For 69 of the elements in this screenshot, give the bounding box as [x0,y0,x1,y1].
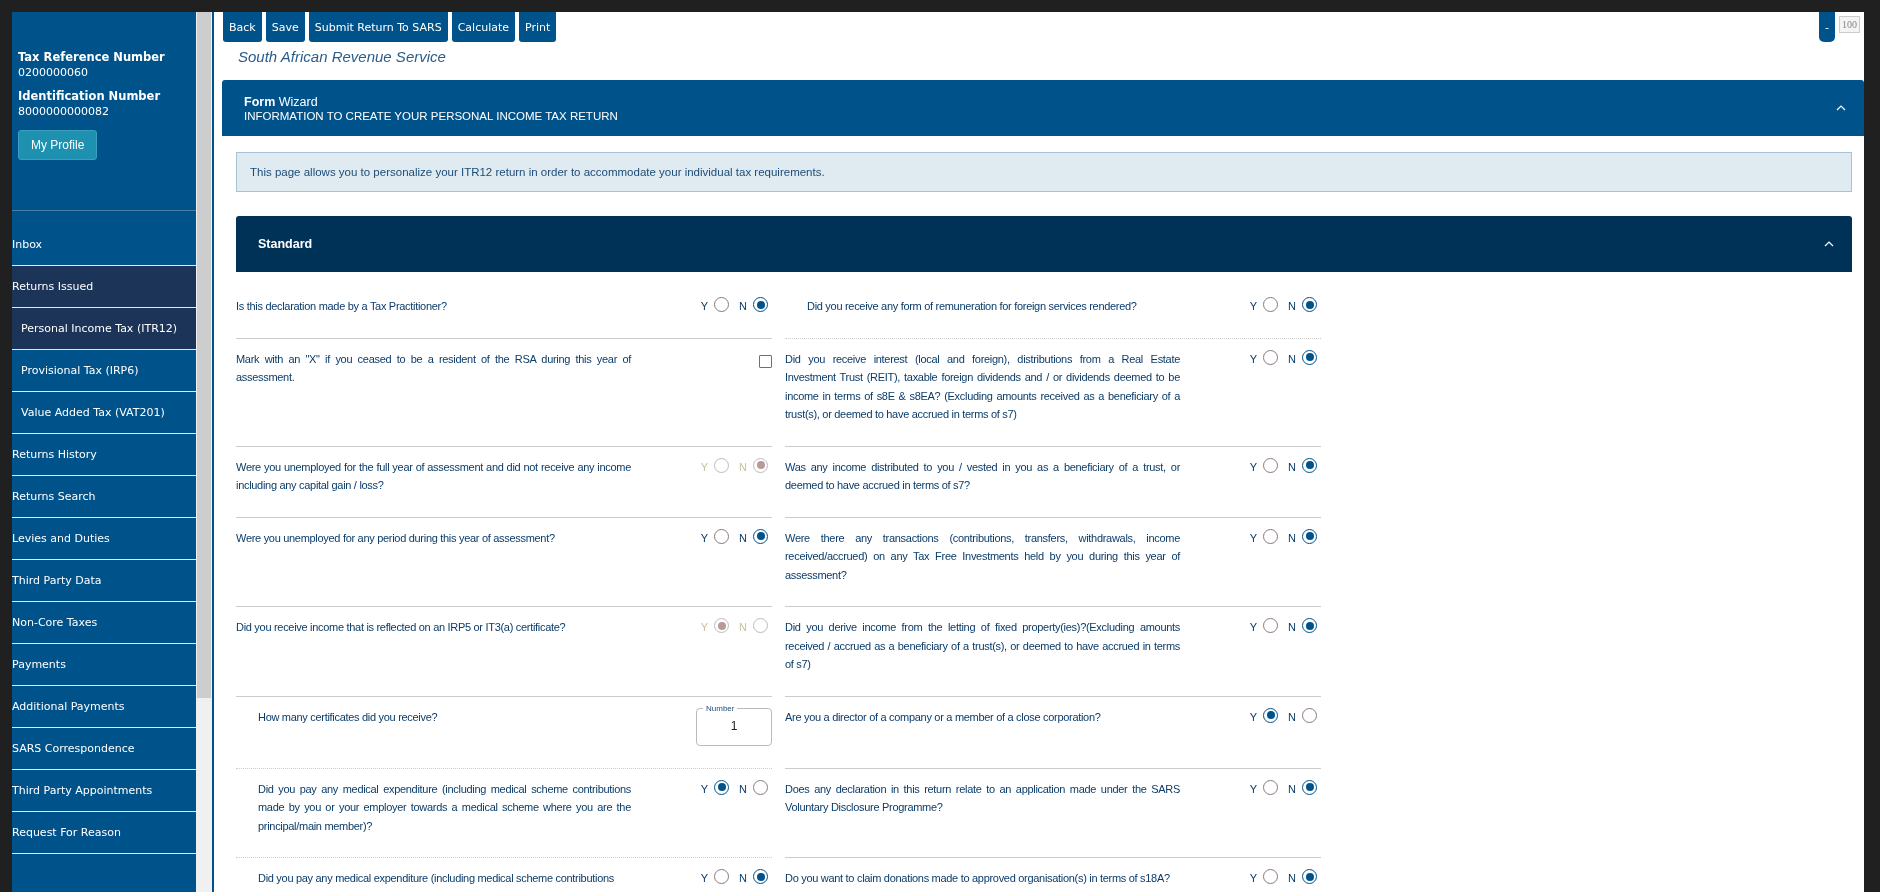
option-label: Y [700,299,709,314]
profile-label: Identification Number [18,89,162,103]
zoom-out-button[interactable]: - [1819,12,1835,42]
profile-value: 8000000000082 [18,105,110,118]
question-text: Mark with an "X" if you ceased to be a resident of the RSA during this year of assessment. [236,351,631,385]
option-label: N [1288,459,1296,475]
question-text: Did you receive interest (local and foreign), distributions from a Real Estate Investment Trust (REIT), taxable foreign dividends and / or dividends deemed to be income in terms of s8E & s8EA? (Excluding amounts received as a beneficiary of a trust(s), or deemed to have accrued in terms of s7) [785,351,1180,422]
collapse-chevron-icon[interactable] [1836,105,1846,111]
toolbar-button[interactable]: Back [223,12,262,42]
form-wizard-title: Form Wizard [244,94,319,109]
option-label: N [739,459,747,475]
option-label: N [1288,871,1296,886]
question-text: Did you receive income that is reflected on an IRP5 or IT3(a) certificate? [236,620,567,635]
profile-label: Tax Reference Number [18,50,166,64]
option-label: N [1288,781,1296,797]
option-label: Y [700,620,709,635]
form-wizard-subtitle: INFORMATION TO CREATE YOUR PERSONAL INCOME TAX RETURN [244,109,618,122]
question-text: How many certificates did you receive? [257,709,439,725]
scrollbar-thumb[interactable] [197,12,211,698]
toolbar-button[interactable]: Submit Return To SARS [308,12,448,42]
scrollbar[interactable] [196,12,214,892]
option-label: Y [1249,709,1258,725]
question-text: Did you pay any medical expenditure (including medical scheme contributions made by you or your employer towards a medical scheme where you are the principal/main member)? [257,781,631,834]
question-text: Did you derive income from the letting of fixed property(ies)?(Excluding amounts received / accrued as a beneficiary of a trust(s), or deemed to have accrued in terms of s7) [785,620,1180,672]
question-text: Is this declaration made by a Tax Practitioner? [236,299,448,314]
option-label: N [739,620,747,635]
number-field[interactable]: Number 1 [696,703,772,746]
agency-name: South African Revenue Service [237,48,446,66]
option-label: Y [1249,871,1258,886]
option-label: Y [1249,459,1258,475]
collapse-chevron-icon[interactable] [1824,241,1834,247]
option-label: Y [1249,620,1258,635]
option-label: N [1288,709,1296,725]
profile-value: 0200000060 [18,66,89,79]
question-text: Were you unemployed for any period during this year of assessment? [236,530,556,546]
option-label: Y [1249,351,1258,367]
question-text: Are you a director of a company or a member of a close corporation? [785,709,1102,725]
option-label: N [739,781,747,797]
question-text: Were you unemployed for the full year of assessment and did not receive any income including any capital gain / loss? [236,459,631,493]
checkbox[interactable] [759,354,772,368]
question-text: Do you want to claim donations made to approved organisation(s) in terms of s18A? [785,871,1171,886]
option-label: N [1288,620,1296,635]
option-label: N [1288,351,1296,367]
question-text: Did you pay any medical expenditure (including medical scheme contributions [257,871,615,886]
toolbar-button[interactable]: Calculate [451,12,516,42]
option-label: Y [700,781,709,797]
option-label: N [739,530,747,546]
nav-subitem[interactable]: Personal Income Tax (ITR12) [12,308,196,350]
question-text: Were there any transactions (contributions, transfers, withdrawals, income received/accrued) on any Tax Free Investments held by you during this year of assessment? [785,530,1180,583]
zoom-value: 100 [1839,16,1860,33]
toolbar-button[interactable]: Save [265,12,305,42]
option-label: N [1288,299,1296,314]
option-label: Y [1249,781,1258,797]
option-label: Y [1249,530,1258,546]
question-text: Does any declaration in this return relate to an application made under the SARS Voluntary Disclosure Programme? [785,781,1180,815]
question-text: Did you receive any form of remuneration for foreign services rendered? [806,299,1138,314]
option-label: N [1288,530,1296,546]
option-label: Y [700,459,709,475]
option-label: N [739,871,747,886]
toolbar-button[interactable]: Print [519,12,557,42]
option-label: N [739,299,747,314]
nav-item[interactable]: Returns Issued [12,266,196,308]
section-title: Standard [258,237,313,251]
my-profile-button[interactable]: My Profile [18,130,98,160]
option-label: Y [1249,299,1258,314]
info-message: This page allows you to personalize your ITR12 return in order to accommodate your individual tax requirements. [236,152,1852,192]
question-text: Was any income distributed to you / vested in you as a beneficiary of a trust, or deemed to have accrued in terms of s7? [785,459,1180,493]
option-label: Y [700,530,709,546]
option-label: Y [700,871,709,886]
